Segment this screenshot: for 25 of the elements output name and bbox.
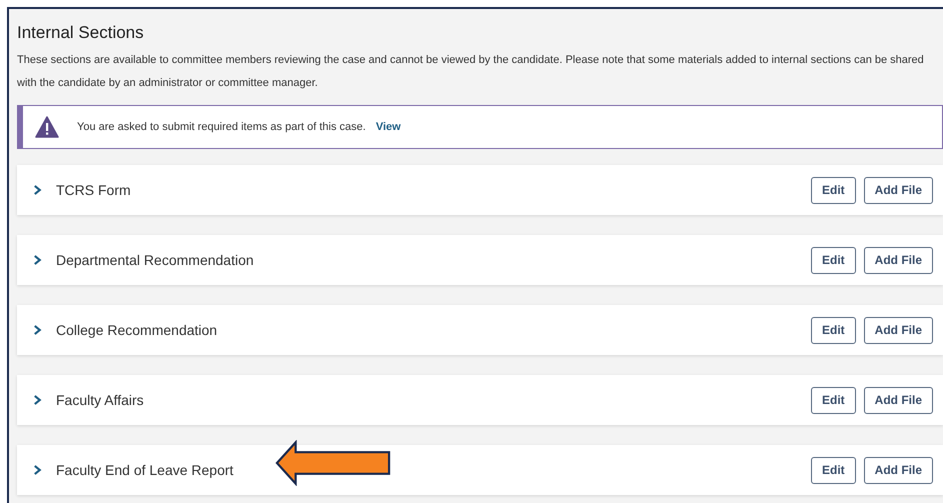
- add-file-button[interactable]: Add File: [864, 316, 933, 344]
- section-title[interactable]: Faculty Affairs: [56, 392, 811, 408]
- add-file-button[interactable]: Add File: [864, 386, 933, 414]
- add-file-button[interactable]: Add File: [864, 456, 933, 484]
- section-title[interactable]: Faculty End of Leave Report: [56, 462, 811, 478]
- chevron-icon[interactable]: [33, 254, 42, 266]
- chevron-icon[interactable]: [33, 324, 42, 336]
- edit-button[interactable]: Edit: [810, 386, 856, 414]
- description-text: These sections are available to committee members reviewing the case and cannot be viewed by the candidate. Please note that some materials added to internal sections can be shared with the candidate by an administrator or committee manager.: [17, 53, 925, 91]
- add-file-button[interactable]: Add File: [864, 246, 933, 274]
- alert-message: You are asked to submit required items as part of this case.: [77, 121, 366, 133]
- section-title[interactable]: College Recommendation: [56, 322, 811, 338]
- edit-button[interactable]: Edit: [810, 456, 856, 484]
- section-heading: Internal Sections: [17, 23, 145, 43]
- edit-button[interactable]: Edit: [810, 176, 856, 204]
- chevron-icon[interactable]: [33, 394, 42, 406]
- chevron-icon[interactable]: [33, 184, 42, 196]
- section-title[interactable]: Departmental Recommendation: [56, 252, 811, 268]
- edit-button[interactable]: Edit: [810, 246, 856, 274]
- chevron-icon[interactable]: [33, 464, 42, 476]
- section-title[interactable]: TCRS Form: [56, 182, 811, 198]
- view-link[interactable]: View: [376, 121, 401, 133]
- warning-icon: [35, 116, 59, 138]
- edit-button[interactable]: Edit: [810, 316, 856, 344]
- add-file-button[interactable]: Add File: [864, 176, 933, 204]
